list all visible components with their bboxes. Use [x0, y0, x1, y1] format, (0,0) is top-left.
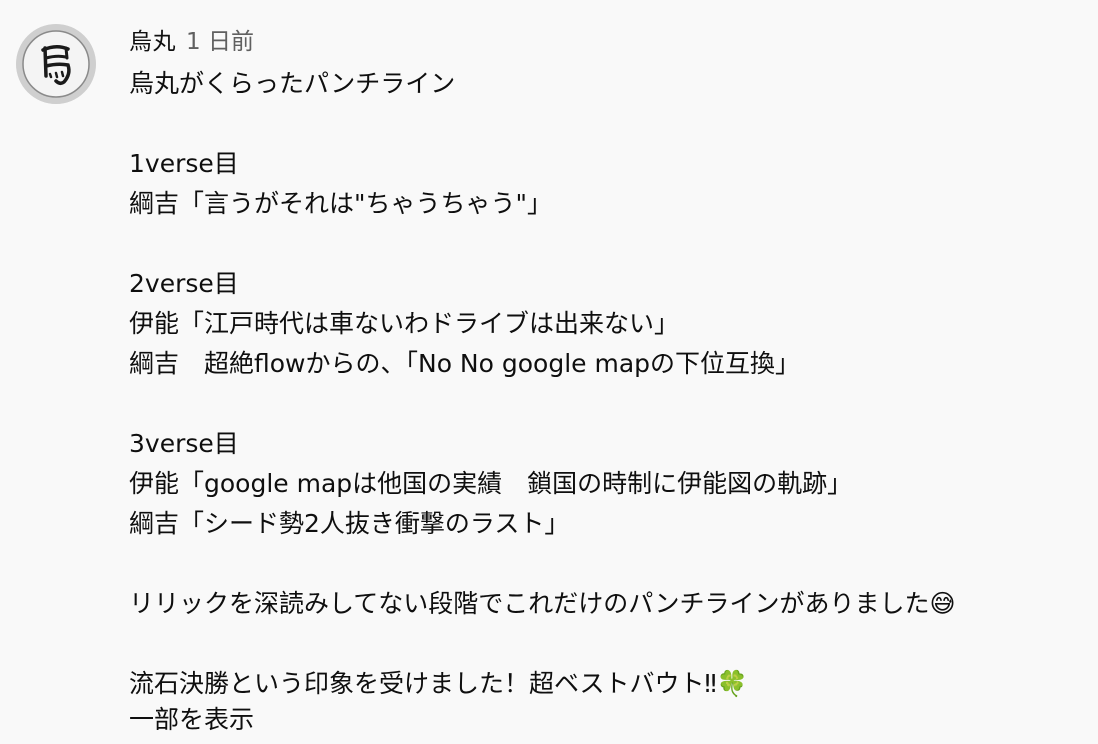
comment-header: 烏丸 1 日前 [129, 22, 1079, 58]
karasumaru-kanji-avatar-icon [16, 24, 96, 104]
author-name[interactable]: 烏丸 [129, 22, 176, 56]
comment-line: 流石決勝という印象を受けました！超ベストバウト‼🍀 [129, 669, 748, 698]
comment-line: 烏丸がくらったパンチライン [129, 69, 456, 98]
comment-line: 綱吉「シード勢2人抜き衝撃のラスト」 [129, 509, 570, 538]
comment-line: 3verse目 [129, 429, 239, 458]
author-avatar[interactable] [16, 24, 96, 104]
comment-line: 伊能「google mapは他国の実績 鎖国の時制に伊能図の軌跡」 [129, 469, 853, 498]
comment-text: 烏丸がくらったパンチライン 1verse目綱吉「言うがそれは"ちゃうちゃう"」 2v… [129, 64, 1079, 704]
comment-timestamp[interactable]: 1 日前 [186, 22, 254, 56]
comment-line: 綱吉 超絶flowからの、「No No google mapの下位互換」 [129, 349, 801, 378]
comment-line: 綱吉「言うがそれは"ちゃうちゃう"」 [129, 189, 552, 218]
comment-line: リリックを深読みしてない段階でこれだけのパンチラインがありました😅 [129, 589, 956, 618]
comment-content: 烏丸 1 日前 烏丸がくらったパンチライン 1verse目綱吉「言うがそれは"ちゃ… [129, 22, 1079, 736]
comment-line: 2verse目 [129, 269, 239, 298]
comment-line: 1verse目 [129, 149, 239, 178]
comment-line: 伊能「江戸時代は車ないわドライブは出来ない」 [129, 309, 680, 338]
comment-thread: 烏丸 1 日前 烏丸がくらったパンチライン 1verse目綱吉「言うがそれは"ちゃ… [0, 0, 1098, 744]
show-less-button[interactable]: 一部を表示 [129, 704, 254, 736]
